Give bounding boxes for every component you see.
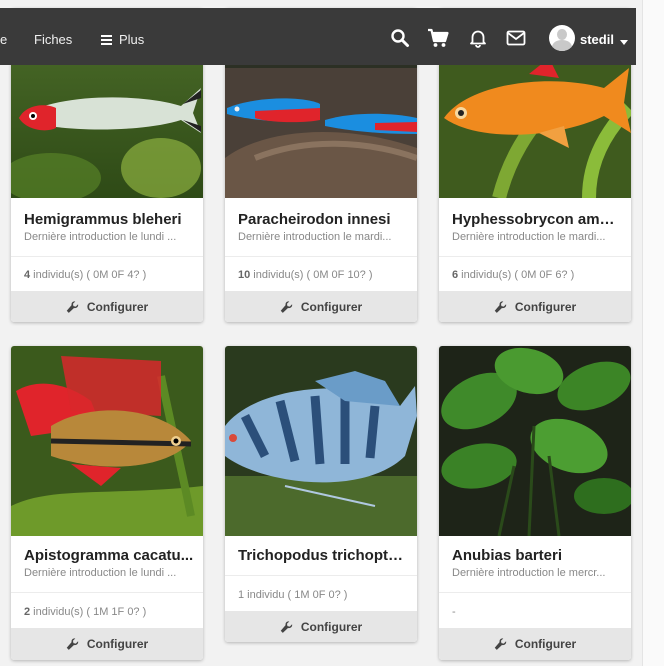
card-title[interactable]: Apistogramma cacatu... bbox=[24, 547, 194, 564]
card-subtitle: Dernière introduction le mardi... bbox=[452, 231, 606, 243]
configure-button[interactable]: Configurer bbox=[439, 628, 631, 660]
card-title[interactable]: Hemigrammus bleheri bbox=[24, 211, 194, 228]
bars-icon bbox=[101, 34, 112, 45]
fish-photo bbox=[11, 346, 203, 536]
card-title[interactable]: Paracheirodon innesi bbox=[238, 211, 408, 228]
user-avatar[interactable] bbox=[549, 25, 575, 51]
configure-label: Configurer bbox=[300, 300, 363, 314]
search-icon[interactable] bbox=[389, 27, 411, 49]
card-subtitle: Dernière introduction le mercr... bbox=[452, 567, 606, 579]
wrench-icon bbox=[66, 300, 79, 314]
species-card[interactable]: Apistogramma cacatu... Dernière introduc… bbox=[11, 346, 203, 660]
species-card[interactable]: Trichopodus trichopte... 1 individu ( 1M… bbox=[225, 346, 417, 642]
wrench-icon bbox=[66, 637, 79, 651]
configure-button[interactable]: Configurer bbox=[225, 291, 417, 322]
top-navbar: e Fiches Plus stedil bbox=[0, 8, 636, 65]
wrench-icon bbox=[494, 300, 507, 314]
card-divider bbox=[11, 592, 203, 593]
card-count: 6 individu(s) ( 0M 0F 6? ) bbox=[452, 269, 575, 281]
card-divider bbox=[439, 592, 631, 593]
card-divider bbox=[439, 256, 631, 257]
card-divider bbox=[11, 256, 203, 257]
cart-icon[interactable] bbox=[427, 27, 449, 49]
card-title[interactable]: Hyphessobrycon aman... bbox=[452, 211, 622, 228]
card-count: 4 individu(s) ( 0M 0F 4? ) bbox=[24, 269, 147, 281]
configure-label: Configurer bbox=[300, 620, 363, 634]
bell-icon[interactable] bbox=[467, 27, 489, 49]
card-count: - bbox=[452, 606, 456, 618]
wrench-icon bbox=[494, 637, 507, 651]
username[interactable]: stedil bbox=[580, 32, 614, 47]
nav-item-plus-label: Plus bbox=[119, 32, 145, 47]
card-count: 10 individu(s) ( 0M 0F 10? ) bbox=[238, 269, 373, 281]
nav-item-fiches[interactable]: Fiches bbox=[34, 32, 72, 47]
species-card[interactable]: Anubias barteri Dernière introduction le… bbox=[439, 346, 631, 660]
plant-photo bbox=[439, 346, 631, 536]
card-subtitle: Dernière introduction le lundi ... bbox=[24, 567, 177, 579]
configure-button[interactable]: Configurer bbox=[11, 291, 203, 322]
wrench-icon bbox=[280, 300, 293, 314]
configure-label: Configurer bbox=[86, 300, 149, 314]
nav-item-plus[interactable]: Plus bbox=[101, 32, 144, 47]
card-title[interactable]: Trichopodus trichopte... bbox=[238, 547, 408, 564]
configure-label: Configurer bbox=[86, 637, 149, 651]
card-divider bbox=[225, 256, 417, 257]
configure-label: Configurer bbox=[514, 637, 577, 651]
fish-photo bbox=[225, 346, 417, 536]
configure-label: Configurer bbox=[514, 300, 577, 314]
configure-button[interactable]: Configurer bbox=[11, 628, 203, 660]
nav-item-partial[interactable]: e bbox=[0, 32, 7, 47]
card-title[interactable]: Anubias barteri bbox=[452, 547, 622, 564]
wrench-icon bbox=[280, 620, 293, 634]
card-count: 1 individu ( 1M 0F 0? ) bbox=[238, 589, 348, 601]
card-subtitle: Dernière introduction le mardi... bbox=[238, 231, 392, 243]
page-scrollbar[interactable] bbox=[642, 0, 664, 666]
configure-button[interactable]: Configurer bbox=[439, 291, 631, 322]
configure-button[interactable]: Configurer bbox=[225, 611, 417, 642]
card-divider bbox=[225, 575, 417, 576]
envelope-icon[interactable] bbox=[505, 27, 527, 49]
caret-down-icon[interactable] bbox=[620, 40, 628, 45]
card-count: 2 individu(s) ( 1M 1F 0? ) bbox=[24, 606, 147, 618]
card-subtitle: Dernière introduction le lundi ... bbox=[24, 231, 177, 243]
